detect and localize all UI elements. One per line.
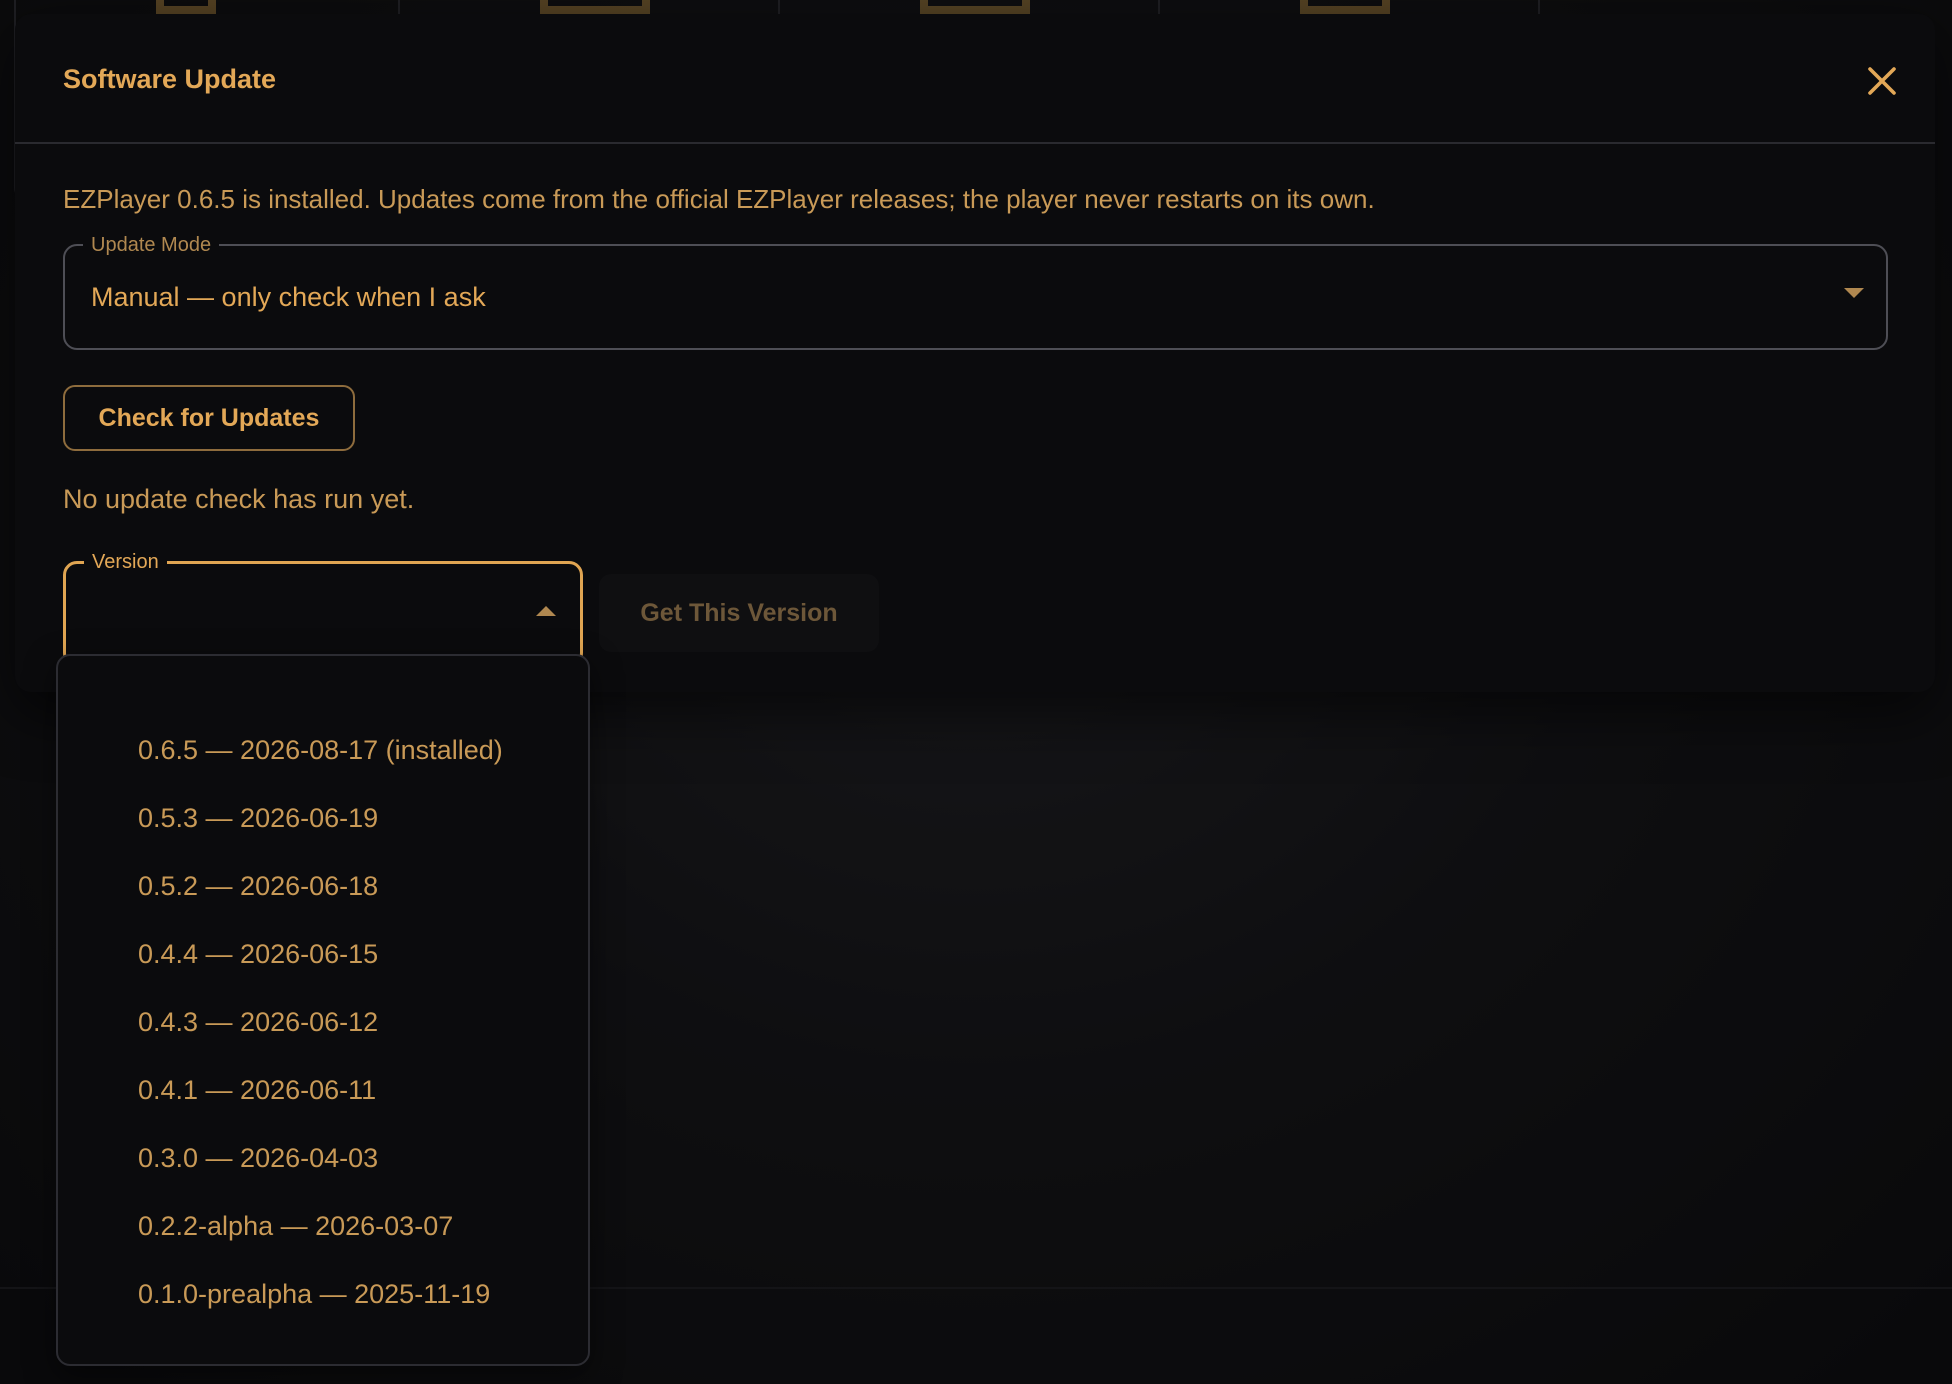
check-for-updates-button[interactable]: Check for Updates: [63, 385, 355, 451]
version-option[interactable]: 0.6.5 — 2026-08-17 (installed): [58, 716, 588, 784]
software-update-dialog: Software Update EZPlayer 0.6.5 is instal…: [15, 14, 1935, 692]
version-option[interactable]: 0.5.3 — 2026-06-19: [58, 784, 588, 852]
update-mode-value: Manual — only check when I ask: [91, 282, 486, 312]
get-this-version-button: Get This Version: [599, 574, 879, 652]
dialog-title: Software Update: [63, 64, 277, 94]
version-option[interactable]: 0.4.3 — 2026-06-12: [58, 988, 588, 1056]
update-mode-label: Update Mode: [83, 233, 220, 257]
update-mode-select[interactable]: Update Mode Manual — only check when I a…: [63, 233, 1888, 350]
version-option[interactable]: 0.5.2 — 2026-06-18: [58, 852, 588, 920]
version-option[interactable]: 0.2.2-alpha — 2026-03-07: [58, 1192, 588, 1260]
close-button[interactable]: [1857, 56, 1907, 106]
update-status-text: No update check has run yet.: [63, 484, 415, 514]
version-select[interactable]: Version: [63, 550, 583, 667]
dialog-header: Software Update: [15, 14, 1935, 144]
chevron-down-icon: [1844, 288, 1864, 298]
intro-text: EZPlayer 0.6.5 is installed. Updates com…: [63, 184, 1375, 214]
version-option[interactable]: 0.3.0 — 2026-04-03: [58, 1124, 588, 1192]
version-option[interactable]: 0.4.1 — 2026-06-11: [58, 1056, 588, 1124]
version-option[interactable]: 0.1.0-prealpha — 2025-11-19: [58, 1260, 588, 1328]
version-option[interactable]: 0.4.4 — 2026-06-15: [58, 920, 588, 988]
version-dropdown-menu: 0.6.5 — 2026-08-17 (installed) 0.5.3 — 2…: [56, 654, 590, 1366]
close-icon: [1868, 67, 1896, 95]
chevron-up-icon: [536, 606, 556, 616]
version-label: Version: [84, 550, 167, 574]
